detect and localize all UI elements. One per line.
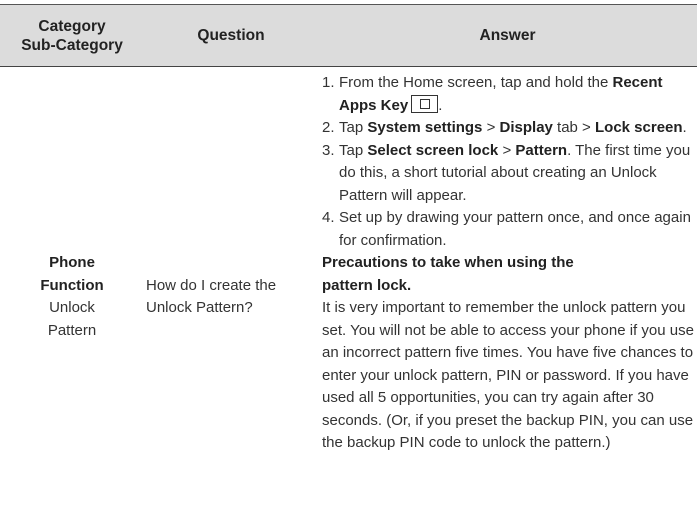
step-1: 1. From the Home screen, tap and hold th… (322, 74, 663, 114)
category-line-1: Phone (49, 254, 95, 272)
step-number: 4. (322, 209, 335, 226)
table-row: Phone Function Unlock Pattern How do I c… (0, 67, 697, 528)
faq-table: Category Sub-Category Question Answer Ph… (0, 4, 697, 528)
header-row: Category Sub-Category Question Answer (0, 4, 697, 67)
lock-screen-label: Lock screen (595, 119, 683, 136)
display-label: Display (499, 119, 553, 136)
faq-page: Category Sub-Category Question Answer Ph… (0, 0, 697, 532)
step-number: 3. (322, 141, 335, 159)
category-cell: Phone Function Unlock Pattern (0, 67, 144, 528)
step-number: 1. (322, 74, 335, 91)
table-body: Phone Function Unlock Pattern How do I c… (0, 67, 697, 528)
recent-apps-key-icon (411, 94, 439, 113)
header-question: Question (144, 4, 318, 67)
precautions-body: It is very important to remember the unl… (322, 299, 694, 451)
step-4: 4. Set up by drawing your pattern once, … (322, 209, 691, 249)
category-line-2: Function (40, 276, 104, 294)
pattern-label: Pattern (515, 141, 568, 159)
question-line-2: Unlock Pattern? (146, 299, 253, 317)
table-header: Category Sub-Category Question Answer (0, 4, 697, 67)
system-settings-label: System settings (367, 119, 483, 136)
step-number: 2. (322, 119, 335, 136)
precautions-title: Precautions to take when using the patte… (322, 254, 574, 294)
header-answer: Answer (318, 4, 697, 67)
step-text: From the Home screen, tap and hold the (339, 74, 609, 91)
steps-list: 1. From the Home screen, tap and hold th… (322, 72, 697, 252)
select-screen-lock-label: Select screen lock (367, 141, 499, 159)
header-category-label: Category (38, 17, 106, 35)
question-line-1: How do I create the (146, 276, 277, 294)
header-subcategory-label: Sub-Category (21, 36, 123, 54)
header-category: Category Sub-Category (0, 4, 144, 67)
step-2: 2. Tap System settings > Display tab > L… (322, 117, 697, 140)
subcategory-line-2: Pattern (47, 321, 97, 339)
step-3: 3. Tap Select screen lock > Pattern. The… (322, 141, 691, 204)
question-cell: How do I create the Unlock Pattern? (144, 67, 318, 528)
subcategory-line-1: Unlock (49, 299, 95, 317)
answer-cell: 1. From the Home screen, tap and hold th… (318, 67, 697, 528)
